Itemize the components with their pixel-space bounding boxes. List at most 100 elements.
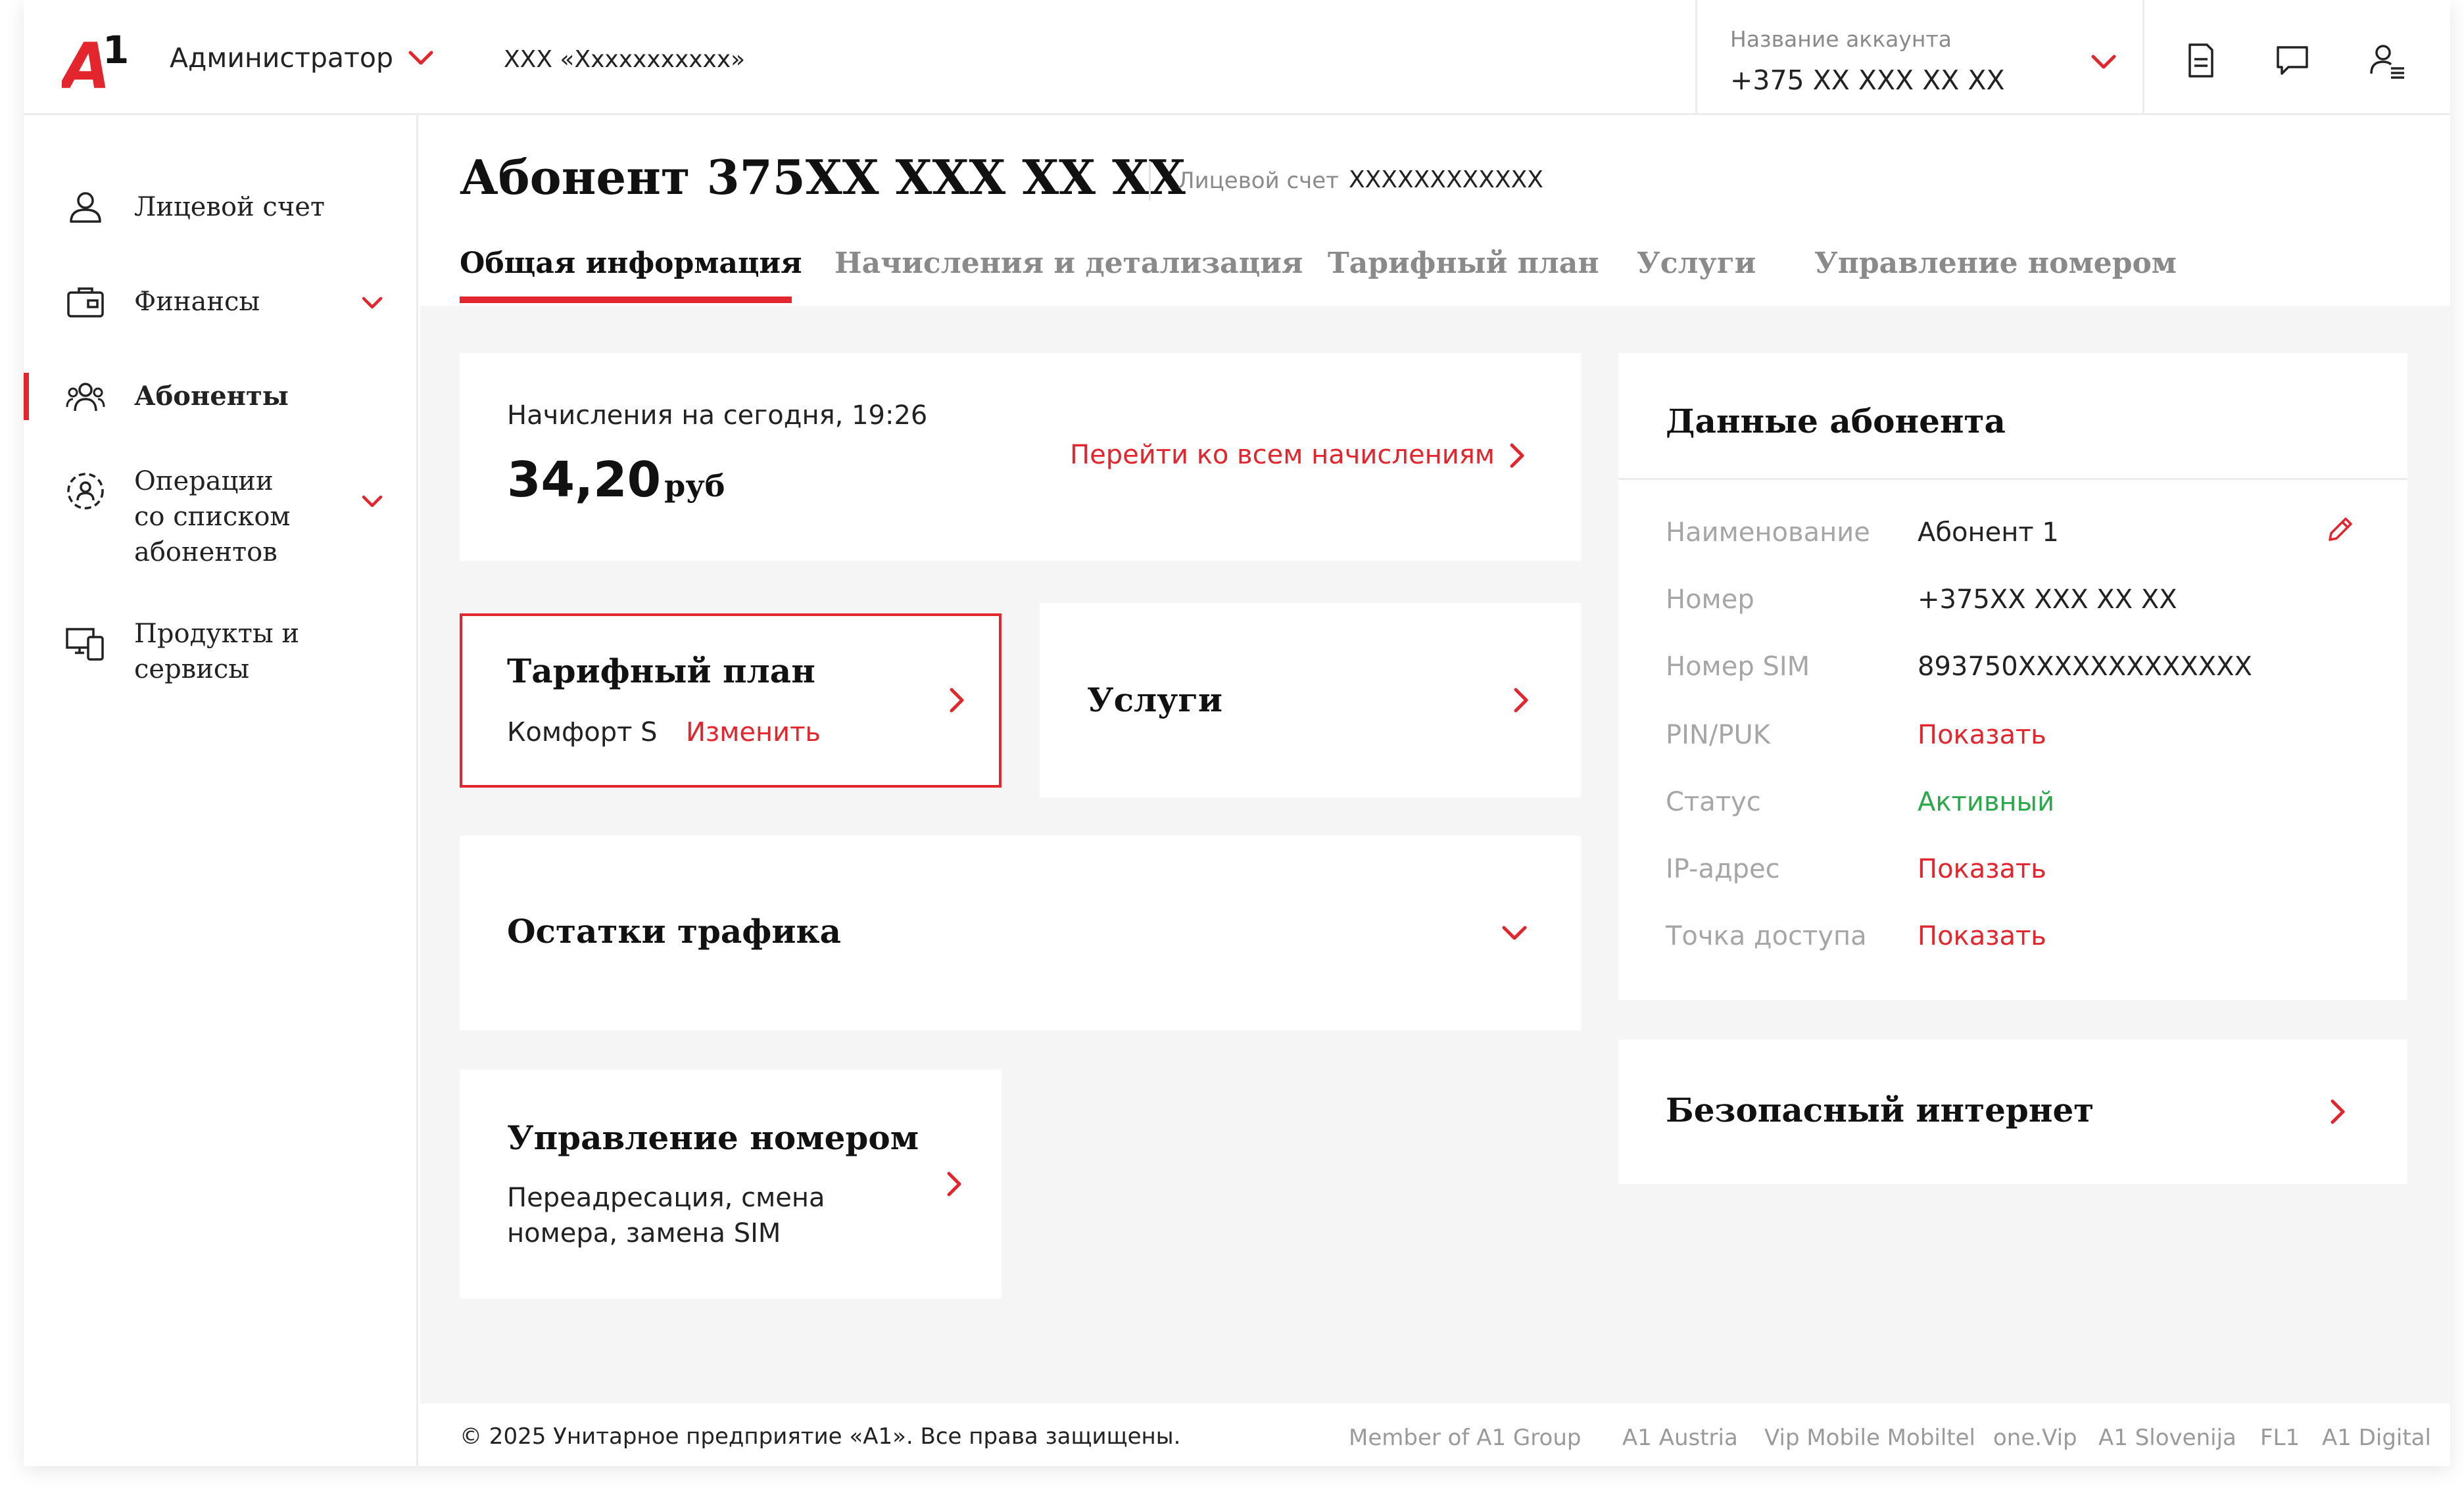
top-bar: A 1 Администратор XXX «Xxxxxxxxxxx» Назв… — [24, 0, 2450, 115]
footer-link[interactable]: one.Vip — [1993, 1425, 2077, 1451]
sidebar-item-label: Финансы — [134, 287, 260, 317]
chevron-right-icon[interactable] — [948, 686, 966, 715]
footer-link[interactable]: A1 Austria — [1622, 1425, 1738, 1451]
number-management-title: Управление номером — [507, 1118, 919, 1157]
active-tab-underline — [460, 297, 792, 303]
personal-account-value: XXXXXXXXXXXX — [1349, 166, 1543, 193]
footer-link[interactable]: FL1 — [2260, 1425, 2300, 1451]
devices-icon — [66, 628, 104, 661]
divider — [1618, 478, 2407, 480]
field-label: Наименование — [1666, 517, 1870, 548]
field-label: Статус — [1666, 787, 1761, 817]
sidebar-item-label-line: со списком — [134, 502, 291, 532]
subscriber-data-card: Данные абонента Наименование Абонент 1 Н… — [1618, 353, 2407, 1000]
page-title: Абонент 375XX XXX XX XX — [460, 149, 1186, 205]
organization-name: XXX «Xxxxxxxxxxx» — [504, 46, 746, 73]
charges-currency: руб — [664, 468, 725, 504]
field-value-sim: 893750XXXXXXXXXXXXX — [1918, 652, 2252, 682]
account-number: +375 XX XXX XX XX — [1730, 64, 2005, 96]
divider — [1149, 161, 1151, 201]
app-window: A 1 Администратор XXX «Xxxxxxxxxxx» Назв… — [24, 0, 2450, 1466]
chevron-right-icon[interactable] — [1512, 686, 1530, 715]
change-tariff-link[interactable]: Изменить — [686, 717, 821, 748]
show-pin-puk-link[interactable]: Показать — [1918, 720, 2046, 750]
footer-link[interactable]: A1 Slovenija — [2098, 1425, 2236, 1451]
tab-charges-details[interactable]: Начисления и детализация — [834, 247, 1303, 280]
sidebar-item-bulk-operations[interactable]: Операции со списком абонентов — [24, 463, 418, 575]
group-icon — [66, 383, 105, 412]
safe-internet-title: Безопасный интернет — [1666, 1091, 2094, 1129]
sidebar-item-account[interactable]: Лицевой счет — [24, 181, 418, 233]
traffic-card[interactable]: Остатки трафика — [460, 836, 1581, 1030]
services-card[interactable]: Услуги — [1040, 603, 1581, 797]
traffic-title: Остатки трафика — [507, 912, 841, 951]
sidebar-item-finance[interactable]: Финансы — [24, 275, 418, 328]
divider — [2142, 0, 2144, 115]
tariff-title: Тарифный план — [507, 652, 815, 690]
sidebar-item-label-line: абонентов — [134, 537, 278, 567]
field-label: Номер SIM — [1666, 652, 1810, 682]
tab-tariff-plan[interactable]: Тарифный план — [1328, 247, 1599, 280]
tab-number-management[interactable]: Управление номером — [1814, 247, 2177, 280]
services-title: Услуги — [1087, 680, 1223, 719]
main-content: Абонент 375XX XXX XX XX Лицевой счет XXX… — [420, 115, 2450, 1466]
chevron-down-icon[interactable] — [1500, 924, 1529, 943]
sidebar: Лицевой счет Финансы Абоненты Операции с… — [24, 115, 418, 1466]
chevron-right-icon[interactable] — [2329, 1097, 2347, 1126]
chevron-down-icon[interactable] — [406, 49, 435, 68]
user-menu-icon[interactable] — [2367, 41, 2407, 80]
number-management-desc-line: Переадресация, смена — [507, 1183, 825, 1213]
charges-card: Начисления на сегодня, 19:26 34,20 руб П… — [460, 353, 1581, 561]
copyright: © 2025 Унитарное предприятие «А1». Все п… — [460, 1423, 1181, 1450]
chevron-down-icon[interactable] — [360, 295, 384, 311]
account-selector[interactable]: Название аккаунта +375 XX XXX XX XX — [1695, 0, 2142, 115]
wallet-icon — [67, 287, 104, 318]
all-charges-link[interactable]: Перейти ко всем начислениям — [1070, 440, 1495, 470]
footer-link[interactable]: A1 Digital — [2322, 1425, 2431, 1451]
field-label: PIN/PUK — [1666, 720, 1770, 750]
chevron-right-icon[interactable] — [945, 1170, 963, 1199]
tariff-card[interactable]: Тарифный план Комфорт S Изменить — [460, 613, 1002, 788]
sidebar-item-label-line: Операции — [134, 466, 274, 496]
subscriber-data-title: Данные абонента — [1666, 402, 2006, 440]
tab-general-info[interactable]: Общая информация — [460, 247, 802, 280]
show-apn-link[interactable]: Показать — [1918, 921, 2046, 951]
document-icon[interactable] — [2181, 41, 2220, 80]
number-management-card[interactable]: Управление номером Переадресация, смена … — [460, 1070, 1002, 1298]
charges-amount: 34,20 — [507, 452, 662, 508]
role-selector-label[interactable]: Администратор — [170, 42, 393, 74]
personal-account-label: Лицевой счет — [1178, 168, 1339, 194]
number-management-desc-line: номера, замена SIM — [507, 1218, 781, 1248]
chevron-down-icon[interactable] — [2089, 53, 2118, 72]
footer-link[interactable]: Vip Mobile Mobiltel — [1764, 1425, 1975, 1451]
edit-pencil-icon[interactable] — [2323, 513, 2356, 546]
svg-text:1: 1 — [103, 28, 129, 72]
chat-icon[interactable] — [2273, 41, 2312, 80]
a1-logo[interactable]: A 1 — [62, 25, 134, 97]
chevron-right-icon[interactable] — [1508, 441, 1526, 470]
group-circle-icon — [67, 473, 104, 510]
active-indicator — [24, 373, 29, 420]
tab-services[interactable]: Услуги — [1637, 247, 1756, 280]
field-value-number: +375XX XXX XX XX — [1918, 584, 2177, 615]
field-label: Точка доступа — [1666, 921, 1867, 951]
field-label: IP-адрес — [1666, 854, 1780, 884]
chevron-down-icon[interactable] — [360, 494, 384, 510]
charges-amount-group: 34,20 руб — [507, 452, 725, 508]
sidebar-item-label-line: сервисы — [134, 654, 250, 684]
footer: © 2025 Унитарное предприятие «А1». Все п… — [420, 1404, 2450, 1466]
sidebar-item-label-line: Продукты и — [134, 619, 300, 649]
field-value-name: Абонент 1 — [1918, 517, 2059, 548]
sidebar-item-products[interactable]: Продукты и сервисы — [24, 616, 418, 695]
footer-link[interactable]: Member of A1 Group — [1349, 1425, 1581, 1451]
field-label: Номер — [1666, 584, 1754, 615]
sidebar-item-label: Лицевой счет — [134, 192, 326, 222]
sidebar-item-subscribers[interactable]: Абоненты — [24, 370, 418, 423]
account-label: Название аккаунта — [1730, 26, 1952, 52]
show-ip-link[interactable]: Показать — [1918, 854, 2046, 884]
charges-label: Начисления на сегодня, 19:26 — [507, 400, 928, 431]
sidebar-item-label: Абоненты — [134, 381, 289, 412]
status-value: Активный — [1918, 787, 2055, 817]
page-header: Абонент 375XX XXX XX XX Лицевой счет XXX… — [420, 115, 2450, 306]
safe-internet-card[interactable]: Безопасный интернет — [1618, 1039, 2407, 1184]
